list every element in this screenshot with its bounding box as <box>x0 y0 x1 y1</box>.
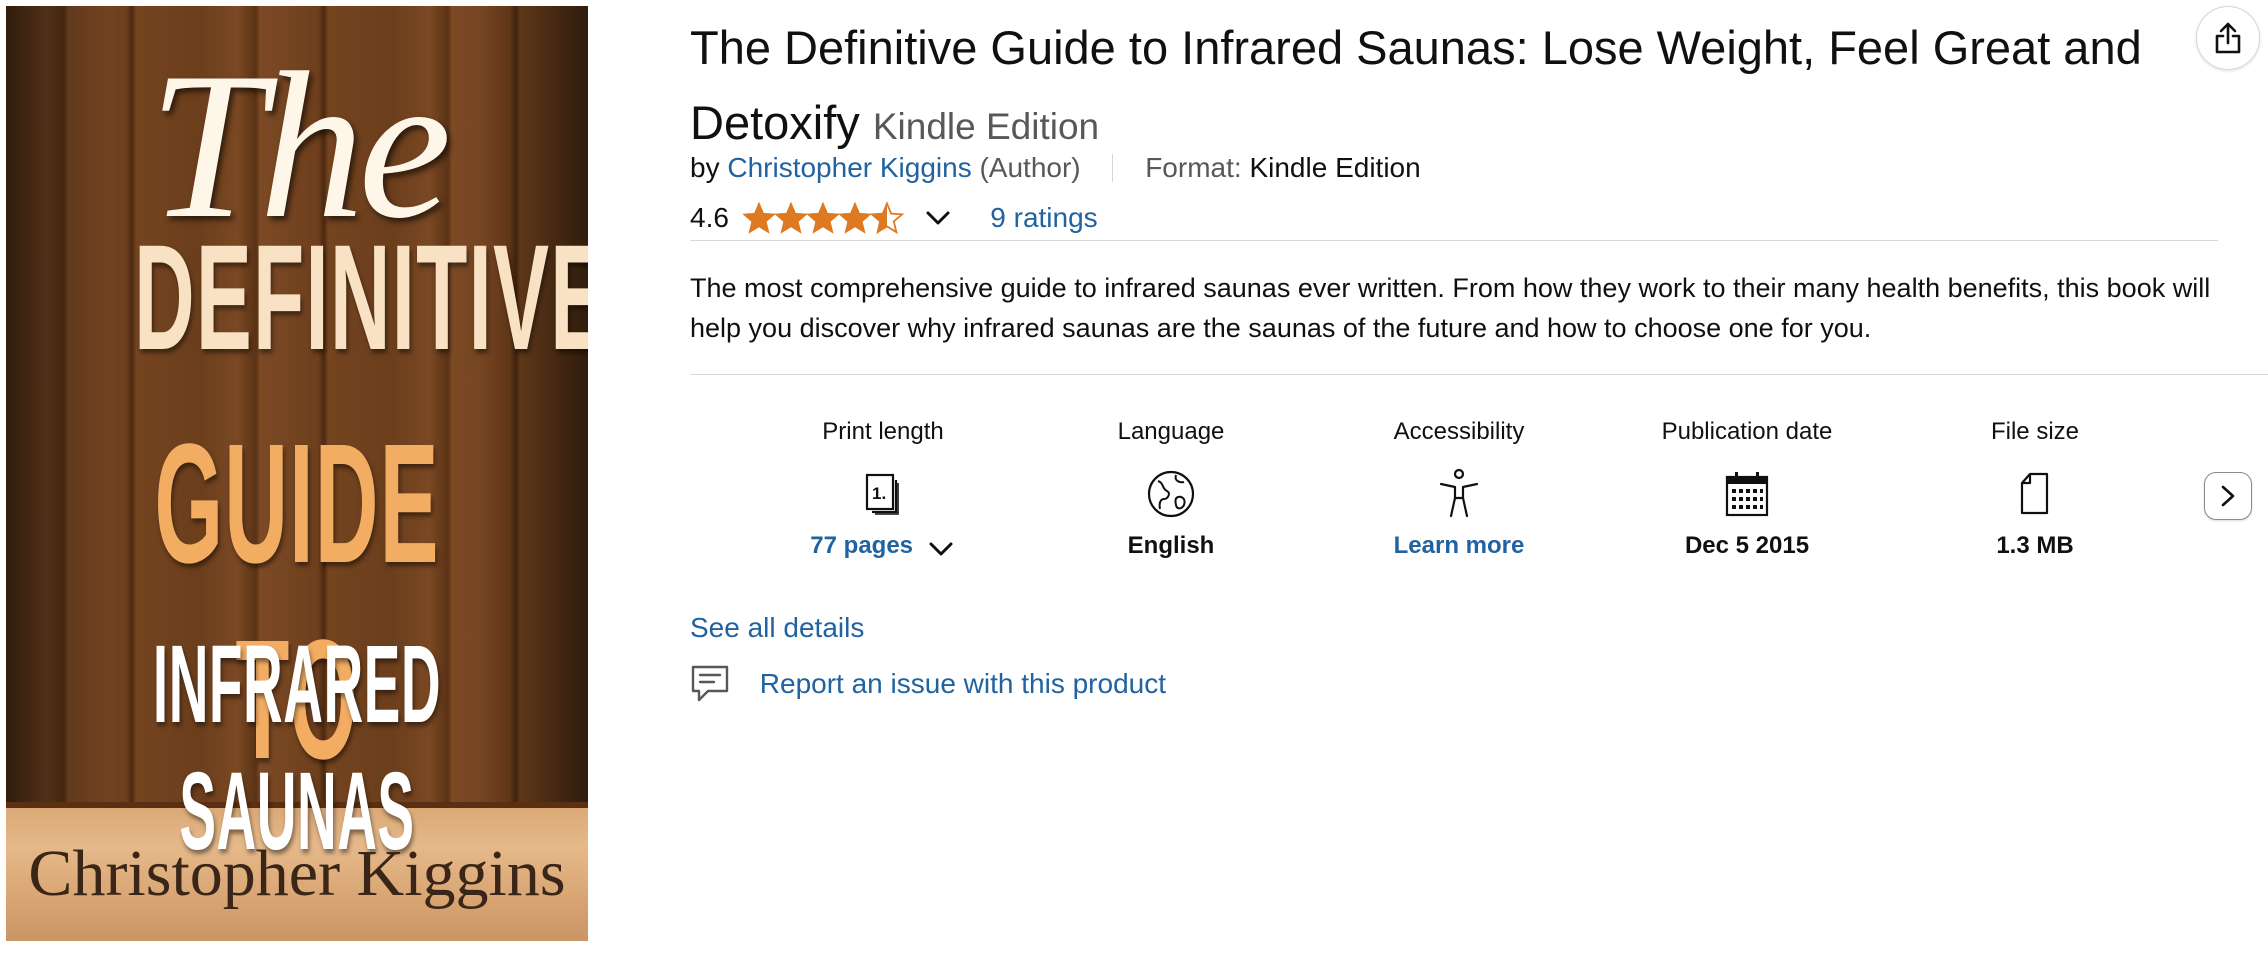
format-label: Format: <box>1145 152 1242 183</box>
accessibility-icon <box>1439 468 1479 518</box>
book-cover-image[interactable]: The DEFINITIVE GUIDE TO INFRARED SAUNAS … <box>6 6 588 941</box>
by-label: by <box>690 152 720 183</box>
report-issue-link[interactable]: Report an issue with this product <box>690 664 1166 704</box>
product-title: The Definitive Guide to Infrared Saunas:… <box>690 10 2200 164</box>
star-rating-icon[interactable] <box>742 201 907 235</box>
attribute-value: English <box>1127 532 1215 559</box>
chevron-down-icon <box>929 542 953 556</box>
byline-divider <box>1112 154 1114 182</box>
attribute-label: File size <box>1990 418 2080 445</box>
attribute-print-length: Print length 1. 77 pages <box>739 418 1027 560</box>
attribute-label: Publication date <box>1661 418 1833 445</box>
see-all-details-link[interactable]: See all details <box>690 612 864 644</box>
file-icon <box>2020 472 2049 515</box>
calendar-icon <box>1725 472 1769 517</box>
cover-author: Christopher Kiggins <box>28 837 566 910</box>
share-icon <box>2215 22 2241 54</box>
attribute-accessibility: Accessibility Learn more <box>1315 418 1603 560</box>
divider <box>690 240 2218 241</box>
share-button[interactable] <box>2196 6 2260 70</box>
product-description: The most comprehensive guide to infrared… <box>690 273 2211 343</box>
rating-value: 4.6 <box>690 201 729 233</box>
attribute-value: 1.3 MB <box>1996 532 2074 559</box>
svg-text:1.: 1. <box>872 484 886 503</box>
ratings-count-link[interactable]: 9 ratings <box>990 202 1097 234</box>
byline: by Christopher Kiggins (Author) Format: … <box>690 152 1421 184</box>
chevron-right-icon <box>2221 485 2235 507</box>
author-link[interactable]: Christopher Kiggins <box>727 152 971 183</box>
carousel-next-button[interactable] <box>2204 472 2252 520</box>
attribute-language: Language English <box>1027 418 1315 560</box>
rating-row: 4.6 9 ratings <box>690 200 1098 240</box>
divider <box>690 374 2268 375</box>
accessibility-learn-more-link[interactable]: Learn more <box>1315 532 1603 560</box>
attribute-label: Language <box>1117 418 1225 445</box>
attribute-label: Accessibility <box>1393 418 1525 445</box>
book-pages-icon: 1. <box>865 473 899 515</box>
cover-title-definitive: DEFINITIVE <box>134 213 588 381</box>
feedback-icon <box>691 665 729 702</box>
attribute-file-size: File size 1.3 MB <box>1891 418 2179 560</box>
globe-icon <box>1147 470 1195 518</box>
author-role: (Author) <box>979 152 1081 183</box>
format-value: Kindle Edition <box>1249 152 1421 183</box>
report-issue-label: Report an issue with this product <box>759 668 1166 699</box>
chevron-down-icon[interactable] <box>923 208 953 228</box>
attribute-publication-date: Publication date Dec 5 2015 <box>1603 418 1891 560</box>
attribute-label: Print length <box>822 418 944 445</box>
attribute-value: Dec 5 2015 <box>1684 532 1810 559</box>
print-length-link[interactable]: 77 pages <box>739 532 1027 560</box>
attribute-value: 77 pages <box>810 532 914 559</box>
product-edition: Kindle Edition <box>872 106 1100 147</box>
